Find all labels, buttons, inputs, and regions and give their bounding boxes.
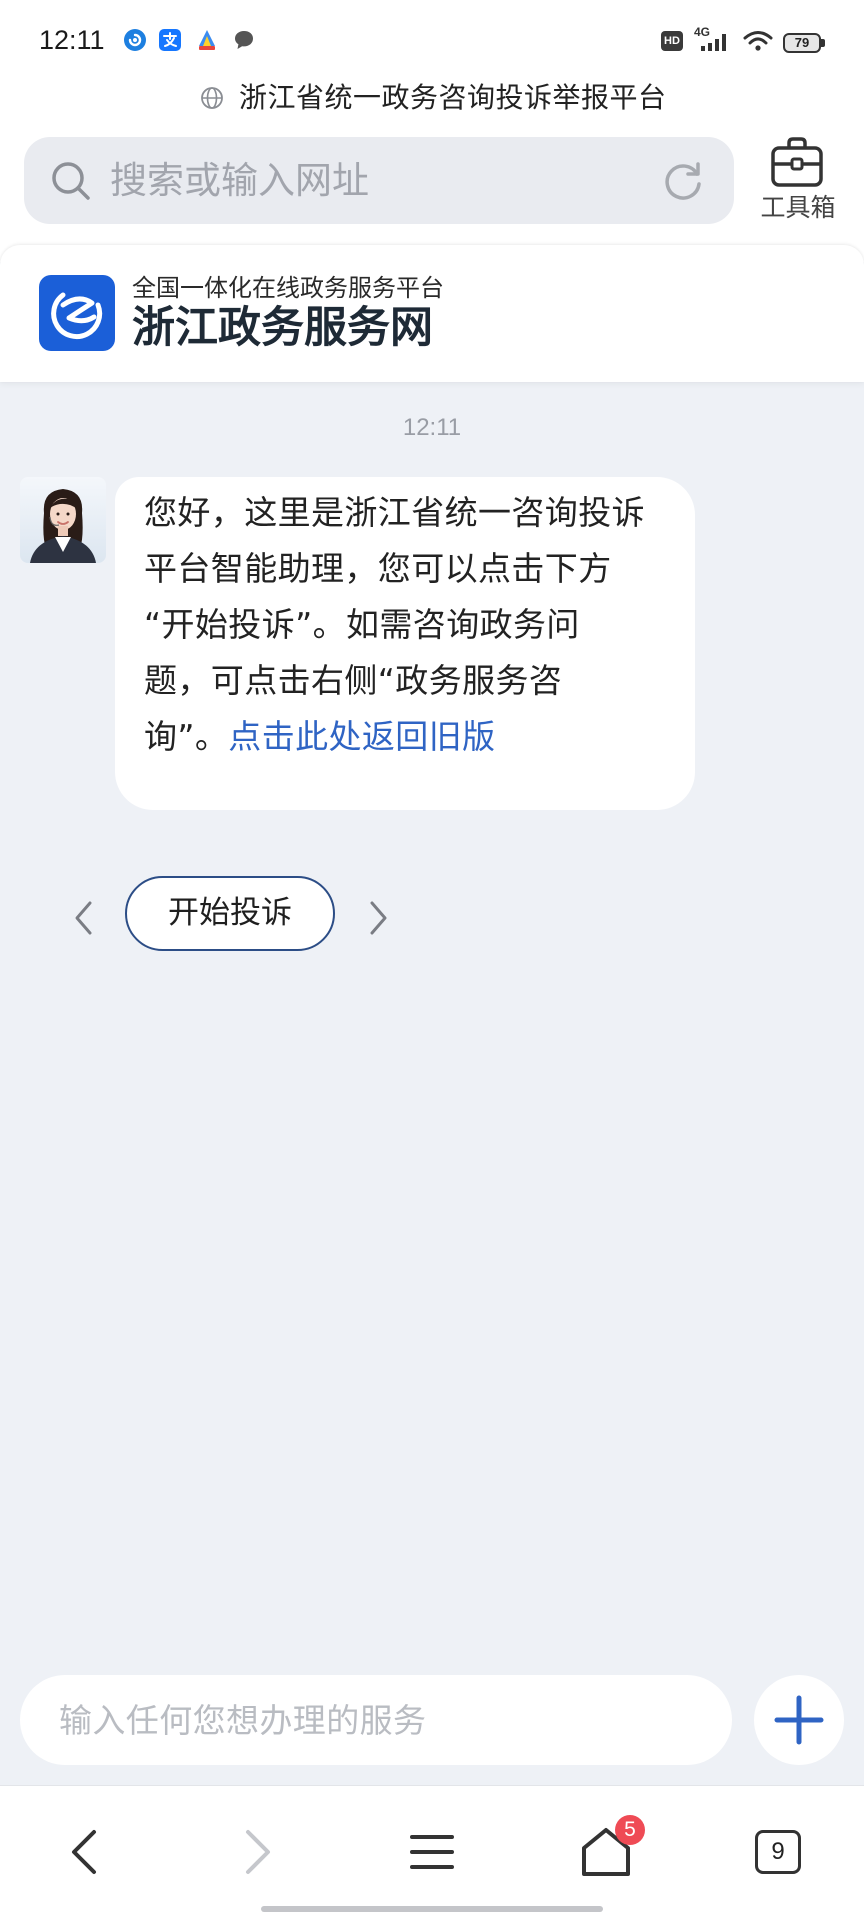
forward-icon[interactable] (238, 1827, 278, 1877)
menu-icon[interactable] (409, 1829, 455, 1875)
address-input[interactable] (110, 137, 650, 224)
wifi-icon (743, 31, 773, 51)
message-text-tail: 询”。 (144, 717, 229, 756)
message-text-line: 您好，这里是浙江省统一咨询投诉 (144, 493, 645, 532)
return-old-version-link[interactable]: 点击此处返回旧版 (228, 717, 495, 756)
back-icon[interactable] (64, 1827, 104, 1877)
message-text-line: “开始投诉”。如需咨询政务问 (144, 605, 580, 644)
chat-input[interactable] (20, 1675, 732, 1765)
alipay-icon (159, 29, 181, 51)
message-text-line-last: 询”。点击此处返回旧版 (144, 709, 695, 765)
hd-badge: HD (661, 31, 683, 51)
battery-tip (821, 39, 825, 47)
home-notification-badge: 5 (615, 1815, 645, 1845)
assistant-message-bubble: 您好，这里是浙江省统一咨询投诉 平台智能助理，您可以点击下方 “开始投诉”。如需… (115, 477, 695, 810)
store-app-icon (199, 30, 215, 50)
site-title[interactable]: 浙江政务服务网 (132, 301, 433, 355)
address-bar[interactable] (24, 137, 734, 224)
assistant-avatar (20, 477, 106, 563)
chevron-left-icon[interactable] (72, 898, 96, 938)
signal-icon (701, 34, 726, 51)
add-button[interactable] (754, 1675, 844, 1765)
chat-input-container[interactable] (20, 1675, 732, 1765)
site-logo-icon[interactable] (39, 275, 115, 351)
message-text-line: 平台智能助理，您可以点击下方 (144, 549, 612, 588)
message-text-line: 题，可点击右侧“政务服务咨 (144, 661, 563, 700)
site-subtitle: 全国一体化在线政务服务平台 (132, 274, 444, 302)
search-icon (52, 162, 90, 200)
battery-icon: 79 (783, 33, 821, 53)
chat-timestamp: 12:11 (402, 414, 462, 441)
browser-bottom-nav: 5 9 (0, 1785, 864, 1920)
toolbox-button[interactable]: 工具箱 (758, 134, 838, 226)
globe-icon (201, 87, 223, 109)
toolbox-icon (771, 137, 823, 187)
message-icon (235, 31, 253, 49)
plus-icon (774, 1695, 824, 1745)
toolbox-label: 工具箱 (760, 193, 836, 222)
refresh-icon[interactable] (662, 159, 704, 201)
tabs-icon[interactable]: 9 (755, 1830, 801, 1874)
status-time: 12:11 (39, 25, 105, 55)
start-complaint-button[interactable]: 开始投诉 (125, 876, 335, 951)
page-title: 浙江省统一政务咨询投诉举报平台 (239, 81, 667, 114)
chevron-right-icon[interactable] (366, 898, 390, 938)
app-icon (124, 29, 146, 51)
site-header: 全国一体化在线政务服务平台 浙江政务服务网 (0, 245, 864, 382)
home-indicator[interactable] (261, 1906, 603, 1912)
